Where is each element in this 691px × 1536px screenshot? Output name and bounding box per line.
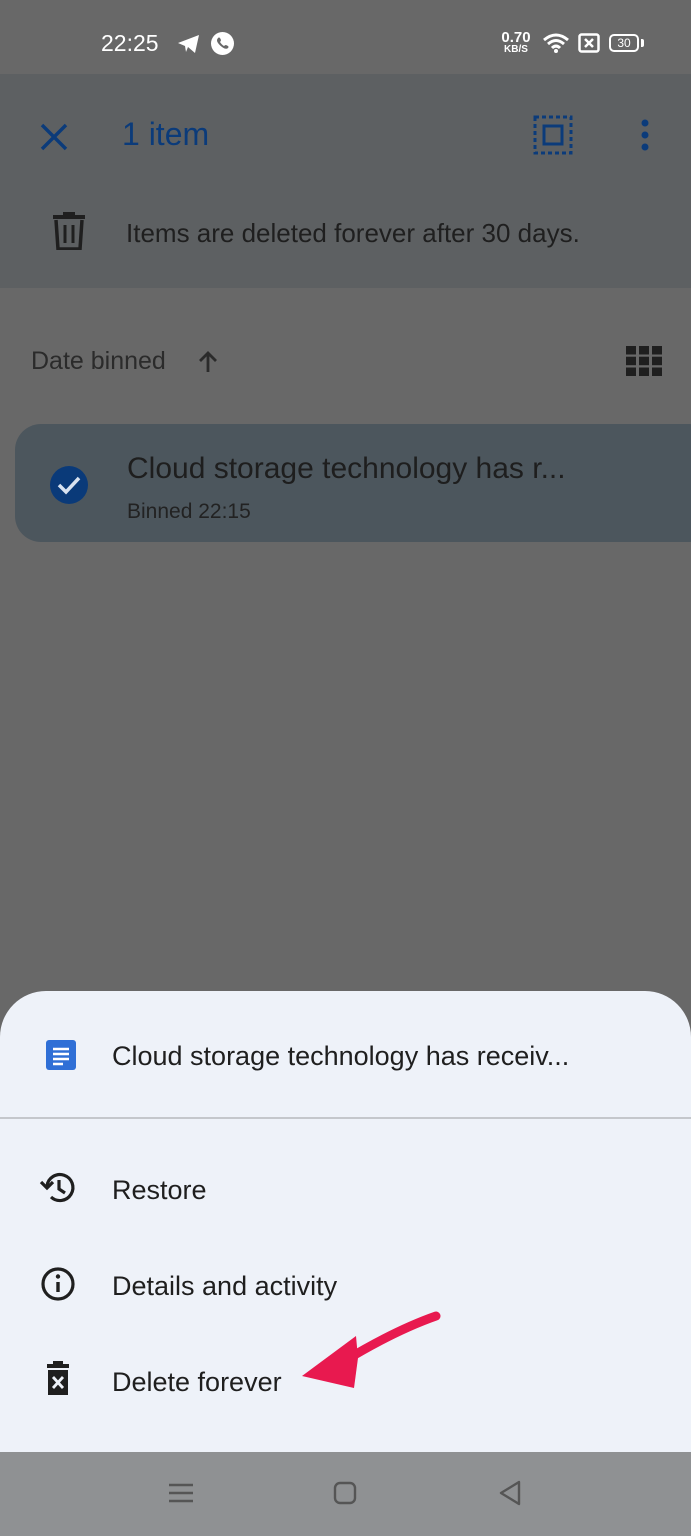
document-icon — [46, 1040, 76, 1070]
check-circle-icon[interactable] — [49, 465, 89, 505]
trash-icon — [53, 212, 85, 250]
sheet-document-title: Cloud storage technology has receiv... — [112, 1041, 570, 1071]
selection-header: 1 item Items are deleted forever after 3… — [0, 74, 691, 288]
status-bar: 22:25 0.70 KB/S 30 — [0, 0, 691, 74]
delete-forever-label: Delete forever — [112, 1367, 282, 1397]
info-icon — [41, 1267, 75, 1301]
selected-item-card[interactable]: Cloud storage technology has r... Binned… — [15, 424, 691, 542]
close-icon[interactable] — [38, 121, 70, 153]
battery-icon: 30 — [609, 34, 639, 52]
grid-view-icon[interactable] — [626, 346, 662, 376]
status-time: 22:25 — [101, 30, 159, 56]
details-activity-label: Details and activity — [112, 1271, 338, 1301]
selection-count: 1 item — [122, 116, 210, 152]
arrow-up-icon[interactable] — [197, 350, 219, 374]
battery-tip — [641, 39, 644, 47]
item-title: Cloud storage technology has r... — [127, 452, 566, 485]
network-speed: 0.70 KB/S — [501, 29, 531, 55]
no-sim-icon — [578, 33, 600, 53]
more-options-icon[interactable] — [638, 118, 652, 152]
telegram-icon — [178, 35, 199, 53]
back-nav-icon[interactable] — [498, 1480, 522, 1506]
sort-label[interactable]: Date binned — [31, 347, 166, 376]
wifi-icon — [543, 33, 569, 53]
bottom-sheet: Cloud storage technology has receiv... R… — [0, 991, 691, 1452]
delete-forever-icon — [47, 1361, 69, 1395]
menu-nav-icon[interactable] — [168, 1482, 194, 1504]
annotation-arrow-icon — [302, 1311, 441, 1388]
whatsapp-icon — [211, 32, 234, 55]
item-binned-time: Binned 22:15 — [127, 500, 251, 523]
system-navigation-bar — [0, 1452, 691, 1536]
restore-history-icon — [39, 1173, 75, 1203]
divider — [0, 1117, 691, 1119]
restore-label: Restore — [112, 1175, 207, 1205]
retention-notice: Items are deleted forever after 30 days. — [126, 218, 580, 248]
select-all-icon[interactable] — [533, 115, 573, 155]
home-nav-icon[interactable] — [333, 1481, 357, 1505]
restore-action[interactable]: Restore — [0, 1146, 691, 1236]
